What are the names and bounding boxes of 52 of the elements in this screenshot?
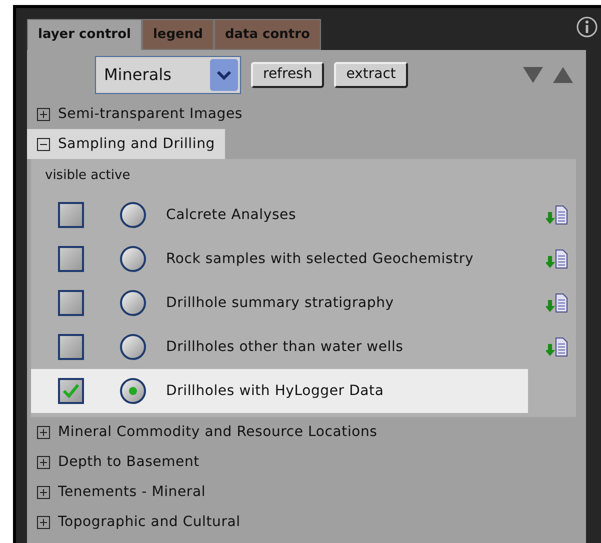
download-document-icon[interactable]: [546, 293, 568, 313]
tab[interactable]: layer control: [27, 19, 142, 50]
layer-row[interactable]: Rock samples with selected Geochemistry: [31, 237, 576, 281]
checkmark-icon: [62, 383, 80, 399]
visible-checkbox[interactable]: [58, 290, 84, 316]
chevron-down-icon[interactable]: [210, 58, 238, 90]
layer-name: Drillholes other than water wells: [166, 338, 404, 356]
active-radio[interactable]: [120, 246, 146, 272]
layer-name: Rock samples with selected Geochemistry: [166, 250, 474, 268]
layer-group-row[interactable]: Mineral Commodity and Resource Locations: [27, 417, 388, 447]
toolbar-button[interactable]: extract: [334, 62, 408, 88]
group-name: Sampling and Drilling: [58, 134, 215, 154]
visible-checkbox[interactable]: [58, 202, 84, 228]
group-name: Mineral Commodity and Resource Locations: [58, 422, 378, 442]
layer-name: Drillhole summary stratigraphy: [166, 294, 394, 312]
visible-checkbox[interactable]: [58, 334, 84, 360]
group-name: Semi-transparent Images: [58, 104, 242, 124]
group-name: Topographic and Cultural: [58, 512, 240, 532]
expand-icon[interactable]: [37, 426, 50, 438]
layer-row[interactable]: Drillholes other than water wells: [31, 325, 576, 369]
visible-checkbox[interactable]: [58, 246, 84, 272]
column-header: visible active: [45, 167, 130, 186]
visible-checkbox[interactable]: [58, 378, 84, 404]
layer-name: Drillholes with HyLogger Data: [166, 382, 384, 400]
group-name: Tenements - Mineral: [58, 482, 206, 502]
layer-group-row[interactable]: Topographic and Cultural: [27, 507, 250, 537]
expand-icon[interactable]: [37, 456, 50, 468]
move-down-icon[interactable]: [522, 66, 544, 84]
layer-group-row[interactable]: Tenements - Mineral: [27, 477, 216, 507]
layer-name: Calcrete Analyses: [166, 206, 296, 224]
active-radio[interactable]: [120, 290, 146, 316]
download-document-icon[interactable]: [546, 205, 568, 225]
group-name: Depth to Basement: [58, 452, 200, 472]
download-document-icon[interactable]: [546, 249, 568, 269]
layer-row[interactable]: Drillhole summary stratigraphy: [31, 281, 576, 325]
active-radio[interactable]: [120, 202, 146, 228]
layer-row[interactable]: Calcrete Analyses: [31, 193, 576, 237]
layer-set-dropdown[interactable]: Minerals: [95, 56, 241, 94]
info-icon[interactable]: [576, 16, 598, 38]
download-document-icon[interactable]: [546, 337, 568, 357]
expand-icon[interactable]: [37, 108, 50, 120]
expand-icon[interactable]: [37, 486, 50, 498]
active-radio[interactable]: [120, 334, 146, 360]
toolbar-button[interactable]: refresh: [251, 62, 324, 88]
layer-group-row[interactable]: Sampling and Drilling: [27, 129, 225, 159]
expand-icon[interactable]: [37, 516, 50, 528]
layer-group-row[interactable]: Semi-transparent Images: [27, 99, 252, 129]
move-up-icon[interactable]: [552, 66, 574, 84]
collapse-icon[interactable]: [37, 138, 50, 150]
layer-row[interactable]: Drillholes with HyLogger Data: [31, 369, 528, 413]
layer-group-row[interactable]: Depth to Basement: [27, 447, 210, 477]
active-radio[interactable]: [120, 378, 146, 404]
